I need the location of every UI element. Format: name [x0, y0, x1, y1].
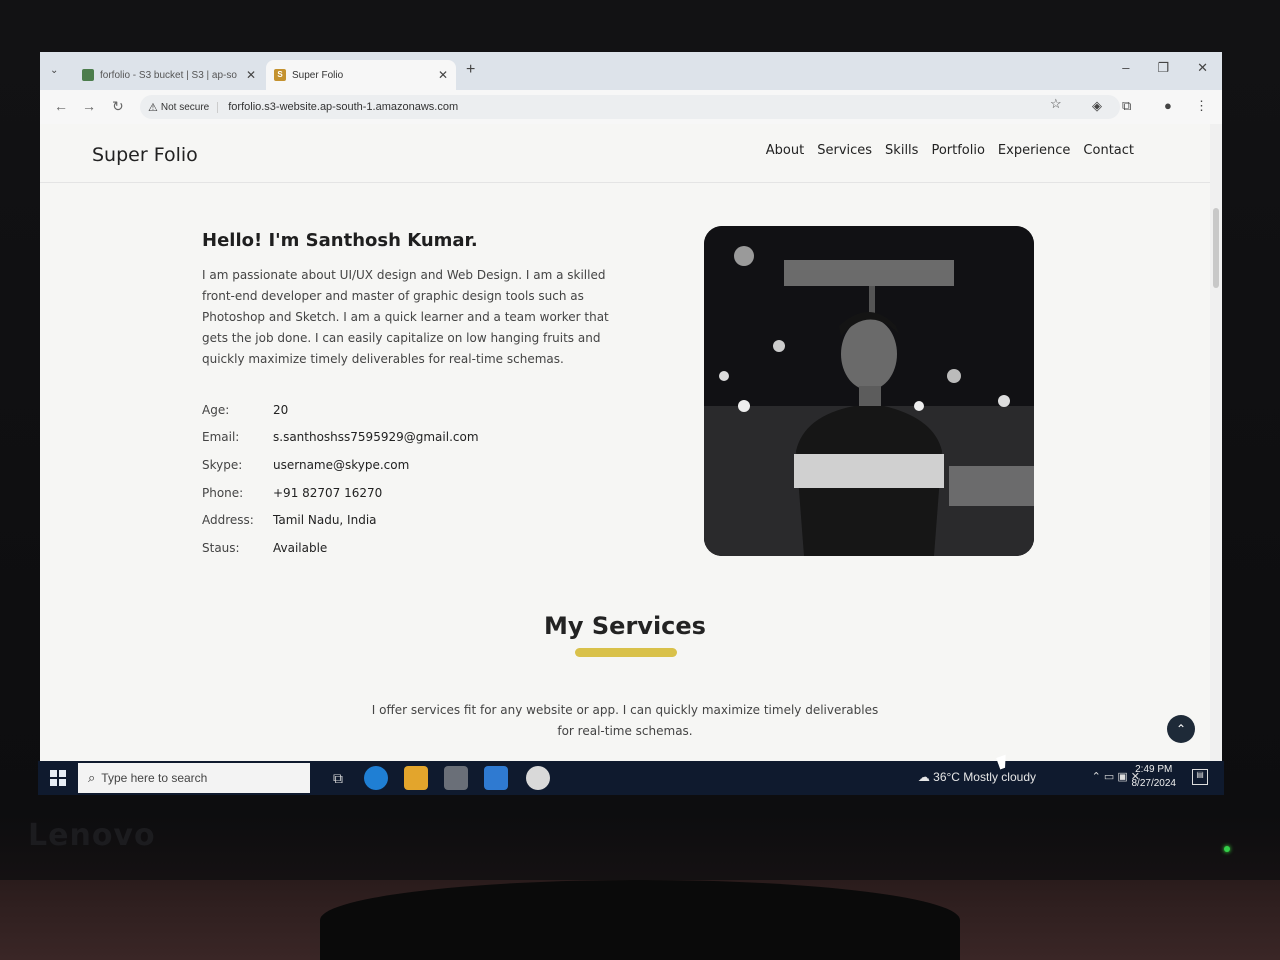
monitor-stand — [320, 880, 960, 960]
info-label: Address: — [202, 513, 254, 528]
web-page: Super Folio About Services Skills Portfo… — [40, 124, 1210, 794]
file-explorer-icon[interactable] — [404, 766, 428, 790]
bookmark-star-icon[interactable]: ☆ — [1050, 96, 1062, 112]
info-label: Staus: — [202, 540, 240, 555]
reload-icon[interactable]: ↻ — [112, 98, 124, 115]
services-heading-underline — [575, 648, 677, 657]
browser-toolbar: ← → ↻ ⚠ Not secure forfolio.s3-website.a… — [40, 90, 1222, 125]
task-view-icon[interactable]: ⧉ — [326, 766, 350, 790]
address-bar[interactable]: ⚠ Not secure forfolio.s3-website.ap-sout… — [140, 95, 1120, 119]
site-logo[interactable]: Super Folio — [92, 144, 198, 166]
info-value: Available — [273, 540, 328, 555]
clock-time: 2:49 PM — [1135, 764, 1173, 775]
info-value: username@skype.com — [273, 457, 410, 472]
personal-info: Age: 20 Email: s.santhoshss7595929@gmail… — [202, 396, 479, 562]
info-row-skype: Skype: username@skype.com — [202, 451, 479, 479]
cloud-icon: ☁ — [917, 770, 930, 784]
services-heading: My Services — [544, 612, 706, 640]
security-label[interactable]: Not secure — [161, 101, 219, 113]
url-text[interactable]: forfolio.s3-website.ap-south-1.amazonaws… — [228, 101, 458, 113]
new-tab-button[interactable]: + — [466, 61, 475, 79]
menu-dots-icon[interactable]: ⋮ — [1195, 98, 1208, 114]
weather-widget[interactable]: ☁ 36°C Mostly cloudy — [918, 770, 1036, 784]
weather-text: 36°C Mostly cloudy — [933, 770, 1036, 784]
about-bio: I am passionate about UI/UX design and W… — [202, 268, 609, 366]
nav-about[interactable]: About — [766, 143, 804, 158]
services-description-line: for real-time schemas. — [557, 724, 693, 738]
nav-services[interactable]: Services — [817, 143, 872, 158]
chevron-up-icon: ⌃ — [1175, 722, 1187, 736]
scroll-to-top-button[interactable]: ⌃ — [1167, 715, 1195, 743]
minimize-icon[interactable]: – — [1122, 60, 1129, 76]
site-nav: About Services Skills Portfolio Experien… — [766, 143, 1134, 158]
nav-portfolio[interactable]: Portfolio — [931, 143, 984, 158]
services-description-line: I offer services fit for any website or … — [371, 703, 879, 717]
tab-close-icon[interactable]: ✕ — [438, 68, 448, 82]
info-row-status: Staus: Available — [202, 534, 479, 562]
tab-bar: ⌄ forfolio - S3 bucket | S3 | ap-so ✕ S … — [40, 52, 1222, 90]
super-folio-favicon-icon: S — [274, 69, 286, 81]
s3-favicon-icon — [82, 69, 94, 81]
extension-puzzle-icon[interactable]: ◈ — [1092, 98, 1102, 114]
info-label: Email: — [202, 430, 240, 445]
services-description: I offer services fit for any website or … — [340, 700, 910, 742]
nav-experience[interactable]: Experience — [998, 143, 1071, 158]
edge-browser-icon[interactable] — [364, 766, 388, 790]
store-icon[interactable] — [444, 766, 468, 790]
taskbar-search[interactable]: ⌕ Type here to search — [78, 763, 310, 793]
tab-close-icon[interactable]: ✕ — [246, 68, 256, 82]
monitor-brand-logo: Lenovo — [28, 818, 156, 853]
info-value: Tamil Nadu, India — [273, 513, 377, 528]
windows-taskbar: ⌕ Type here to search ⧉ ☁ 36°C Mostly cl… — [38, 761, 1224, 795]
info-value: +91 82707 16270 — [273, 485, 383, 500]
info-row-age: Age: 20 — [202, 396, 479, 424]
notification-icon[interactable]: ▤ — [1192, 769, 1208, 785]
tab-s3-bucket[interactable]: forfolio - S3 bucket | S3 | ap-so ✕ — [74, 60, 264, 90]
mail-icon[interactable] — [484, 766, 508, 790]
browser-window: ⌄ forfolio - S3 bucket | S3 | ap-so ✕ S … — [40, 52, 1222, 794]
clock-date: 8/27/2024 — [1131, 778, 1177, 789]
forward-arrow-icon[interactable]: → — [82, 98, 96, 114]
restore-icon[interactable]: ❐ — [1157, 60, 1169, 76]
warning-icon: ⚠ — [148, 101, 158, 114]
window-controls: – ❐ ✕ — [1122, 60, 1208, 76]
info-row-phone: Phone: +91 82707 16270 — [202, 479, 479, 507]
close-window-icon[interactable]: ✕ — [1197, 60, 1208, 76]
taskbar-clock[interactable]: 2:49 PM 8/27/2024 — [1132, 763, 1177, 791]
site-header: Super Folio About Services Skills Portfo… — [40, 124, 1210, 183]
power-led — [1224, 846, 1230, 852]
tab-super-folio[interactable]: S Super Folio ✕ — [266, 60, 456, 90]
tab-search-icon[interactable]: ⌄ — [50, 65, 58, 76]
about-heading: Hello! I'm Santhosh Kumar. — [202, 230, 478, 251]
info-value: 20 — [273, 402, 289, 417]
chrome-icon[interactable] — [526, 766, 550, 790]
tab-title: forfolio - S3 bucket | S3 | ap-so — [100, 69, 237, 81]
info-label: Age: — [202, 402, 230, 417]
tab-title: Super Folio — [292, 69, 344, 81]
info-value-email[interactable]: s.santhoshss7595929@gmail.com — [273, 430, 479, 444]
info-row-email: Email: s.santhoshss7595929@gmail.com — [202, 424, 479, 452]
info-row-address: Address: Tamil Nadu, India — [202, 506, 479, 534]
scrollbar-thumb[interactable] — [1213, 208, 1219, 288]
nav-contact[interactable]: Contact — [1083, 143, 1134, 158]
search-icon: ⌕ — [88, 770, 96, 785]
profile-photo — [704, 226, 1034, 556]
taskbar-search-placeholder: Type here to search — [101, 771, 208, 785]
page-scrollbar[interactable] — [1210, 124, 1222, 794]
extensions-icon[interactable]: ⧉ — [1122, 98, 1131, 114]
nav-skills[interactable]: Skills — [885, 143, 918, 158]
profile-icon[interactable]: ● — [1164, 98, 1172, 113]
info-label: Skype: — [202, 457, 243, 472]
profile-photo-illustration — [704, 226, 1034, 556]
back-arrow-icon[interactable]: ← — [54, 98, 68, 114]
info-label: Phone: — [202, 485, 244, 500]
windows-start-icon[interactable] — [50, 770, 66, 786]
